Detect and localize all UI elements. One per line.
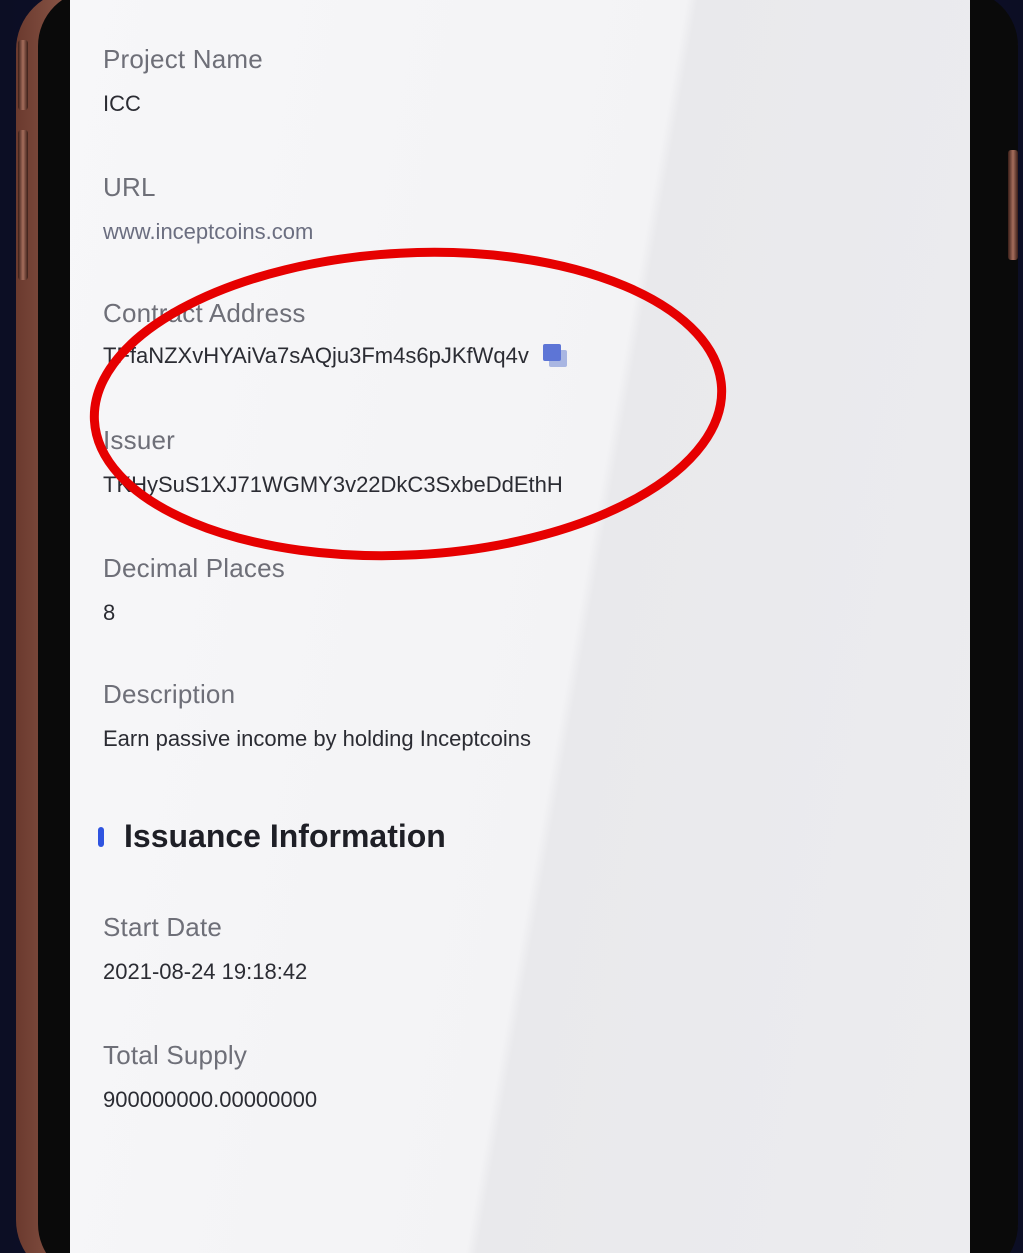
project-name-field: Project Name ICC [103,44,263,117]
url-field: URL www.inceptcoins.com [103,172,313,245]
start-date-field: Start Date 2021-08-24 19:18:42 [103,912,307,985]
section-marker-icon [98,826,104,847]
start-date-label: Start Date [103,912,223,942]
decimal-places-value: 8 [103,600,116,625]
total-supply-field: Total Supply 900000000.00000000 [103,1040,317,1113]
copy-icon-front [542,344,561,361]
url-label: URL [103,172,156,202]
contract-address-label: Contract Address [103,298,306,328]
contract-address-field: Contract Address TFfaNZXvHYAiVa7sAQju3Fm… [103,298,569,369]
start-date-value: 2021-08-24 19:18:42 [103,959,308,984]
issuer-value: TKHySuS1XJ71WGMY3v22DkC3SxbeDdEthH [103,472,563,497]
total-supply-label: Total Supply [103,1040,248,1070]
decimal-places-field: Decimal Places 8 [103,553,285,626]
phone-side-button [18,40,28,110]
phone-side-button [1008,150,1018,260]
project-name-value: ICC [103,91,141,116]
issuer-label: Issuer [103,425,176,455]
url-link[interactable]: www.inceptcoins.com [103,219,313,245]
contract-address-row: TFfaNZXvHYAiVa7sAQju3Fm4s6pJKfWq4v [103,343,569,369]
issuer-field: Issuer TKHySuS1XJ71WGMY3v22DkC3SxbeDdEth… [103,425,563,498]
contract-address-value: TFfaNZXvHYAiVa7sAQju3Fm4s6pJKfWq4v [103,343,529,368]
photo-stage: Project Name ICC URL www.inceptcoins.com… [0,0,1023,1253]
description-value: Earn passive income by holding Inceptcoi… [103,726,532,751]
description-label: Description [103,679,236,709]
copy-icon[interactable] [542,344,569,368]
issuance-section-header: Issuance Information [98,818,446,855]
decimal-places-label: Decimal Places [103,553,285,583]
total-supply-value: 900000000.00000000 [103,1087,318,1112]
token-detail-screen: Project Name ICC URL www.inceptcoins.com… [70,0,970,1253]
phone-side-button [18,130,28,280]
description-field: Description Earn passive income by holdi… [103,679,531,752]
project-name-label: Project Name [103,44,263,74]
issuance-section-title: Issuance Information [124,818,446,854]
